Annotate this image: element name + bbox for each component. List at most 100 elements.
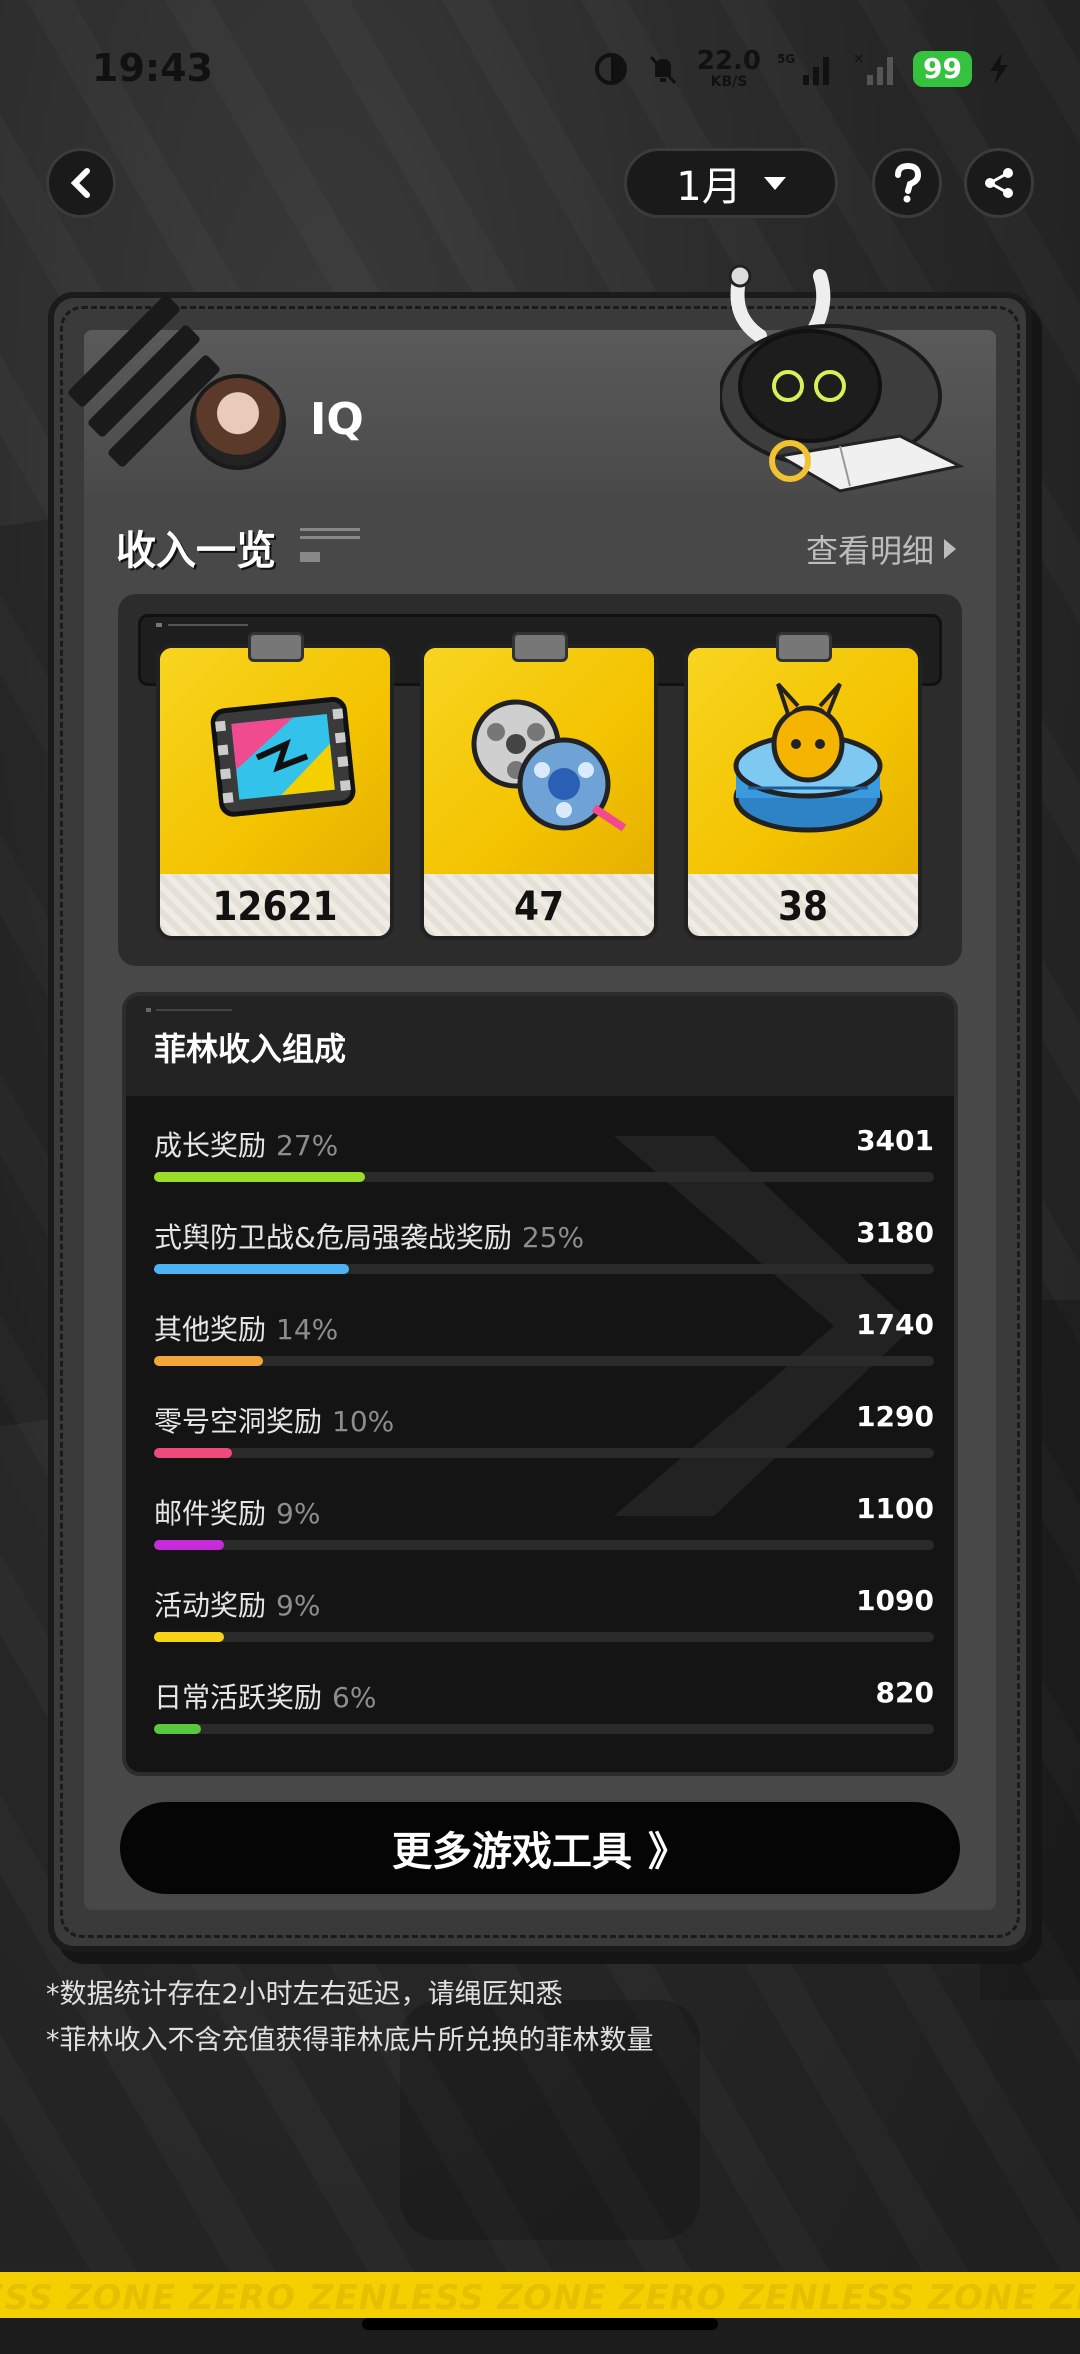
polychrome-film-icon (210, 696, 356, 817)
charging-icon (990, 53, 1008, 85)
breakdown-bar-track (154, 1356, 934, 1366)
view-details-link[interactable]: 查看明细 (806, 526, 956, 572)
bangboo-coin-icon (733, 682, 883, 833)
breakdown-percent: 9% (276, 1497, 321, 1530)
footnote-exclusion: *菲林收入不含充值获得菲林底片所兑换的菲林数量 (46, 2025, 654, 2056)
net-speed-unit: KB/S (710, 74, 748, 90)
breakdown-value: 1090 (856, 1584, 934, 1617)
focus-mode-icon (594, 53, 627, 85)
breakdown-label: 其他奖励 14% (154, 1308, 338, 1348)
reward-value: 47 (424, 874, 654, 936)
battery-indicator: 99 (913, 51, 972, 87)
breakdown-label: 活动奖励 9% (154, 1584, 320, 1624)
breakdown-header: 菲林收入组成 (126, 996, 954, 1096)
share-button[interactable] (964, 148, 1034, 218)
breakdown-bar-track (154, 1448, 934, 1458)
breakdown-bar-fill (154, 1356, 264, 1366)
breakdown-percent: 6% (332, 1681, 377, 1714)
breakdown-value: 1740 (856, 1308, 934, 1341)
barcode-decoration-icon (300, 528, 360, 562)
breakdown-label-text: 其他奖励 (154, 1313, 267, 1346)
breakdown-row: 日常活跃奖励 6% 820 (154, 1676, 934, 1736)
breakdown-percent: 25% (521, 1221, 585, 1254)
bell-muted-icon (649, 55, 676, 85)
reward-art (688, 648, 918, 874)
brand-marquee-text: ESS ZONE ZERO ZENLESS ZONE ZERO ZENLESS … (0, 2278, 1080, 2318)
reward-value: 38 (688, 874, 918, 936)
breakdown-label-text: 活动奖励 (154, 1589, 267, 1622)
breakdown-row: 零号空洞奖励 10% 1290 (154, 1400, 934, 1460)
breakdown-bar-fill (154, 1448, 232, 1458)
breakdown-bar-fill (154, 1172, 365, 1182)
month-label: 1月 (676, 164, 742, 210)
brand-strip: ESS ZONE ZERO ZENLESS ZONE ZERO ZENLESS … (0, 2272, 1080, 2354)
signal-no-service-icon: × (853, 51, 894, 85)
share-icon (985, 168, 1013, 198)
footnote-delay: *数据统计存在2小时左右延迟，请绳匠知悉 (46, 1979, 563, 2010)
breakdown-value: 820 (875, 1676, 934, 1709)
breakdown-bar-fill (154, 1632, 225, 1642)
breakdown-value: 1100 (856, 1492, 934, 1525)
breakdown-value: 3401 (856, 1124, 934, 1157)
decoration-mark-icon (156, 623, 248, 627)
breakdown-label-text: 零号空洞奖励 (154, 1405, 323, 1438)
back-button[interactable] (46, 148, 116, 218)
breakdown-bar-fill (154, 1540, 225, 1550)
reward-card-film[interactable]: 12621 (156, 644, 394, 940)
reward-value: 12621 (160, 874, 390, 936)
breakdown-percent: 9% (276, 1589, 321, 1622)
reward-card-bangboo[interactable]: 38 (684, 644, 922, 940)
breakdown-bar-track (154, 1264, 934, 1274)
status-time: 19:43 (92, 46, 213, 90)
breakdown-decoration (146, 1006, 236, 1017)
avatar[interactable] (190, 374, 286, 470)
signal-5g-icon: 5G (777, 52, 830, 85)
caret-down-icon (763, 176, 786, 190)
decoration-mark-icon (146, 1008, 232, 1012)
income-breakdown-panel: 菲林收入组成 成长奖励 27% 3401 式舆防卫战&危局强袭战奖励 25% 318… (122, 992, 958, 1776)
double-chevron-right-icon: 》 (648, 1829, 688, 1875)
breakdown-label: 零号空洞奖励 10% (154, 1400, 394, 1440)
breakdown-row: 成长奖励 27% 3401 (154, 1124, 934, 1184)
bangboo-mascot-icon (720, 264, 965, 493)
breakdown-bar-track (154, 1172, 934, 1182)
breakdown-value: 1290 (856, 1400, 934, 1433)
breakdown-row: 活动奖励 9% 1090 (154, 1584, 934, 1644)
breakdown-label: 式舆防卫战&危局强袭战奖励 25% (154, 1216, 584, 1256)
breakdown-label: 日常活跃奖励 6% (154, 1676, 376, 1716)
breakdown-percent: 14% (276, 1313, 339, 1346)
view-details-label: 查看明细 (805, 532, 934, 570)
reward-pin (512, 632, 568, 662)
breakdown-percent: 10% (332, 1405, 395, 1438)
month-selector[interactable]: 1月 (624, 148, 838, 218)
svg-text:×: × (853, 51, 865, 67)
breakdown-label-text: 式舆防卫战&危局强袭战奖励 (154, 1221, 512, 1254)
status-bar: 19:43 22.0 KB/S 5G 5G × 99 (0, 0, 1080, 140)
breakdown-bar-fill (154, 1264, 349, 1274)
section-decoration (300, 526, 360, 570)
reward-pin (776, 632, 832, 662)
breakdown-label-text: 邮件奖励 (154, 1497, 267, 1530)
caret-right-icon (944, 539, 956, 559)
breakdown-row: 式舆防卫战&危局强袭战奖励 25% 3180 (154, 1216, 934, 1276)
film-reels-icon (471, 699, 627, 832)
username: IQ (310, 394, 364, 445)
breakdown-bar-track (154, 1540, 934, 1550)
chevron-left-icon (70, 168, 90, 198)
home-indicator[interactable] (362, 2318, 718, 2330)
breakdown-bar-fill (154, 1724, 201, 1734)
breakdown-value: 3180 (856, 1216, 934, 1249)
breakdown-row: 邮件奖励 9% 1100 (154, 1492, 934, 1552)
breakdown-label: 成长奖励 27% (154, 1124, 338, 1164)
more-game-tools-button[interactable]: 更多游戏工具 》 (120, 1802, 960, 1894)
question-icon (895, 163, 922, 203)
breakdown-label-text: 成长奖励 (154, 1129, 267, 1162)
help-button[interactable] (872, 148, 942, 218)
net-speed: 22.0 KB/S (697, 48, 761, 90)
breakdown-label: 邮件奖励 9% (154, 1492, 320, 1532)
svg-text:5G: 5G (777, 52, 795, 66)
tray-decoration (156, 620, 256, 633)
breakdown-bar-track (154, 1724, 934, 1734)
reward-card-reels[interactable]: 47 (420, 644, 658, 940)
breakdown-title: 菲林收入组成 (154, 1030, 347, 1068)
